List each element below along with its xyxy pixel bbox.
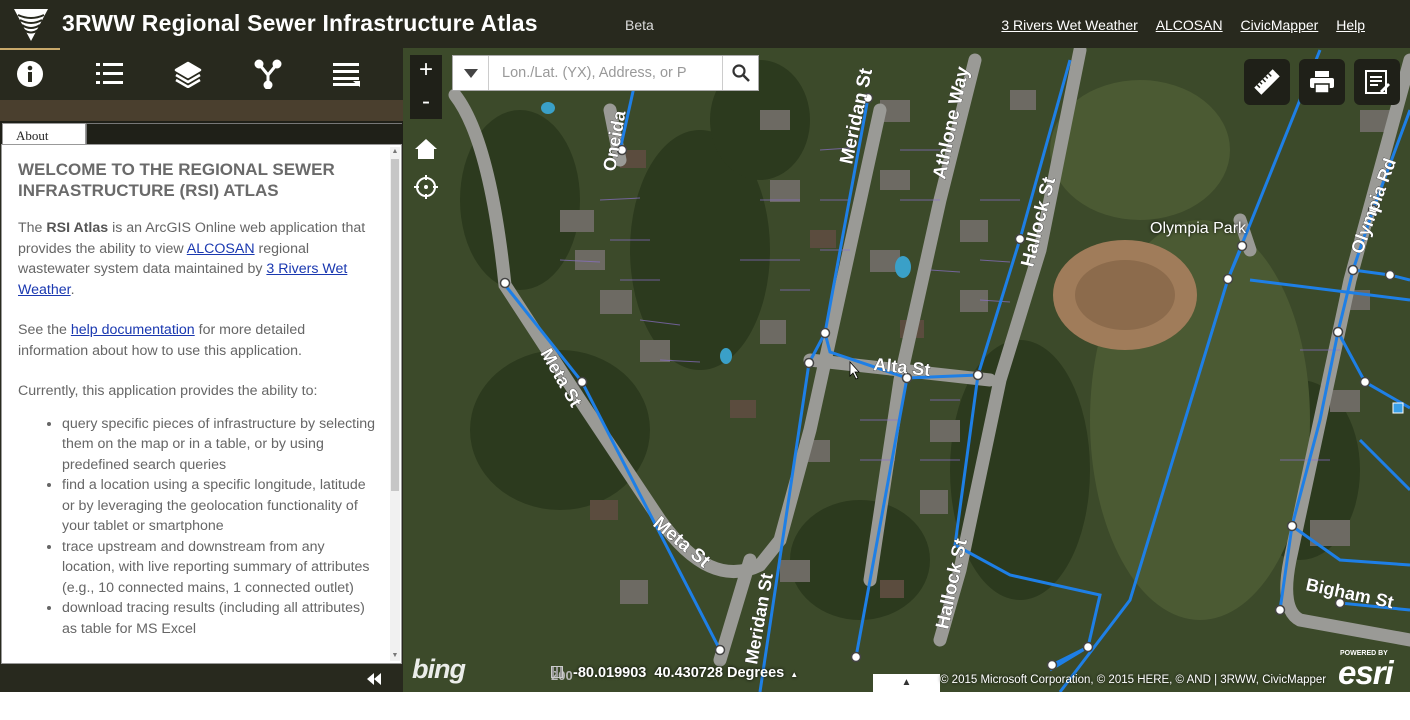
scroll-thumb[interactable]: [391, 159, 399, 491]
info-tool-button[interactable]: [0, 48, 60, 92]
locate-button[interactable]: [410, 171, 442, 203]
trace-icon: [254, 59, 282, 89]
bing-logo: bing: [412, 654, 466, 684]
park-label: Olympia Park: [1150, 220, 1247, 237]
location-search: [452, 55, 759, 91]
app-header: 3RWW Regional Sewer Infrastructure Atlas…: [0, 0, 1410, 48]
coordinate-text: -80.019903 40.430728 Degrees: [573, 665, 785, 681]
scroll-up-arrow[interactable]: ▲: [391, 148, 399, 156]
intro-text-1: The: [18, 220, 47, 236]
panel-scrollbar[interactable]: ▲ ▼: [390, 147, 400, 661]
link-3-rivers-wet-weather[interactable]: 3 Rivers Wet Weather: [1001, 17, 1137, 33]
search-button[interactable]: [722, 56, 758, 90]
menu-tool-button[interactable]: [327, 56, 367, 92]
panel-tabbar: About: [0, 121, 403, 147]
home-icon: [415, 139, 437, 159]
notes-button[interactable]: [1354, 59, 1400, 105]
chevron-down-icon: [463, 68, 478, 78]
list-item: trace upstream and downstream from any l…: [62, 537, 376, 599]
trace-tool-button[interactable]: [248, 56, 288, 92]
help-documentation-link[interactable]: help documentation: [71, 322, 195, 338]
collapse-sidebar-icon[interactable]: [366, 673, 382, 685]
about-panel: WELCOME TO THE REGIONAL SEWER INFRASTRUC…: [1, 144, 402, 664]
print-button[interactable]: [1299, 59, 1345, 105]
coordinate-readout: -80.019903 40.430728 Degrees ▲: [551, 665, 798, 687]
caret-up-icon[interactable]: ▲: [790, 670, 798, 679]
locate-icon: [414, 175, 438, 199]
about-content: WELCOME TO THE REGIONAL SEWER INFRASTRUC…: [18, 159, 376, 639]
search-source-dropdown[interactable]: [453, 56, 489, 90]
3rww-logo-icon: [14, 9, 48, 41]
home-button[interactable]: [410, 133, 442, 165]
layers-tool-button[interactable]: [168, 56, 208, 92]
map-view[interactable]: Oneida Meridan St Athlone Way Hallock St…: [403, 48, 1410, 692]
link-civicmapper[interactable]: CivicMapper: [1241, 17, 1319, 33]
print-icon: [1310, 71, 1334, 94]
tab-spacer: [86, 123, 402, 145]
search-input[interactable]: [490, 56, 724, 90]
esri-logo: esri: [1338, 654, 1394, 691]
intro-paragraph: The RSI Atlas is an ArcGIS Online web ap…: [18, 218, 376, 300]
capabilities-intro: Currently, this application provides the…: [18, 383, 318, 399]
rsi-atlas-bold: RSI Atlas: [46, 220, 109, 236]
scroll-down-arrow[interactable]: ▼: [391, 652, 399, 660]
info-icon: [17, 61, 43, 87]
toolbar-underline: [0, 100, 403, 121]
sidebar-toolbar: [0, 48, 403, 100]
zoom-in-button[interactable]: +: [410, 55, 442, 87]
list-item: query specific pieces of infrastructure …: [62, 414, 376, 476]
sidebar: About WELCOME TO THE REGIONAL SEWER INFR…: [0, 48, 403, 692]
expand-attribute-table-button[interactable]: ▲: [873, 674, 940, 692]
grid-icon: [551, 666, 563, 678]
map-attribution: © 2015 Microsoft Corporation, © 2015 HER…: [940, 674, 1327, 686]
welcome-heading: WELCOME TO THE REGIONAL SEWER INFRASTRUC…: [18, 160, 335, 200]
link-alcosan[interactable]: ALCOSAN: [1156, 17, 1223, 33]
intro-text-4: .: [70, 281, 75, 298]
ruler-icon: [1254, 69, 1280, 95]
help-text-1: See the: [18, 322, 71, 338]
list-tool-button[interactable]: [90, 56, 130, 92]
header-links: 3 Rivers Wet Weather ALCOSAN CivicMapper…: [987, 17, 1365, 33]
list-item: find a location using a specific longitu…: [62, 475, 376, 537]
notes-icon: [1365, 70, 1390, 94]
list-icon: [96, 63, 123, 84]
app-title: 3RWW Regional Sewer Infrastructure Atlas: [62, 10, 538, 36]
search-icon: [731, 64, 750, 82]
help-paragraph: See the help documentation for more deta…: [18, 320, 376, 361]
page-bottom: [0, 692, 1410, 720]
menu-icon: [333, 63, 360, 87]
layers-icon: [174, 61, 202, 88]
beta-label: Beta: [625, 17, 654, 33]
measure-button[interactable]: [1244, 59, 1290, 105]
aerial-basemap[interactable]: Oneida Meridan St Athlone Way Hallock St…: [403, 48, 1410, 692]
alcosan-link[interactable]: ALCOSAN: [187, 241, 255, 257]
capabilities-list: query specific pieces of infrastructure …: [18, 414, 376, 640]
link-help[interactable]: Help: [1336, 17, 1365, 33]
list-item: download tracing results (including all …: [62, 598, 376, 639]
zoom-out-button[interactable]: -: [410, 87, 442, 119]
